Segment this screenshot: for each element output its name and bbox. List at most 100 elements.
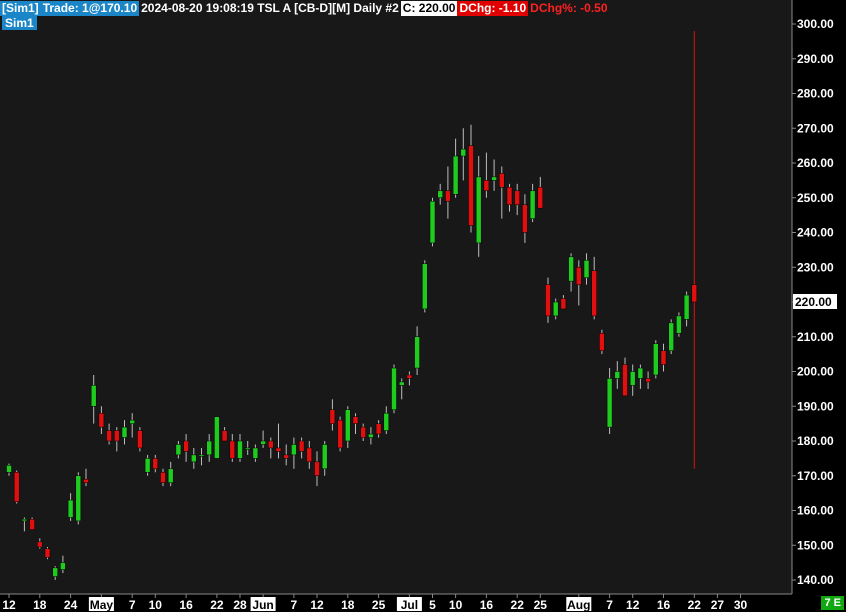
price-tick-label: 150.00	[797, 538, 834, 552]
candlestick-chart[interactable]: 140.00 150.00 160.00 170.00 180.00 190.00 200.…	[0, 0, 846, 612]
close-price-tag: C: 220.00	[400, 0, 458, 16]
candle-down	[660, 350, 667, 365]
candle-up	[676, 315, 682, 334]
candle-down	[298, 440, 305, 452]
current-price-label: 220.00	[795, 295, 832, 309]
candle-down	[483, 180, 490, 192]
candle-up	[491, 176, 497, 181]
candle-up	[191, 454, 197, 463]
date-tick-label: 16	[179, 598, 193, 612]
candle-up	[198, 454, 205, 457]
price-tick-label: 280.00	[797, 87, 834, 101]
date-tick-label: 27	[711, 598, 725, 612]
candle-up	[345, 409, 351, 442]
month-label: Jun	[252, 598, 273, 612]
candle-up	[422, 263, 428, 310]
date-tick-label: 12	[626, 598, 640, 612]
candle-down	[645, 378, 651, 383]
candle-up	[175, 444, 182, 456]
candle-up	[67, 499, 74, 518]
price-tick-label: 140.00	[797, 573, 834, 587]
candle-down	[337, 419, 343, 449]
candle-down	[98, 412, 105, 428]
price-tick-label: 290.00	[797, 52, 834, 66]
date-tick-label: 12	[2, 598, 16, 612]
price-tick-label: 270.00	[797, 121, 834, 135]
candle-up	[653, 343, 659, 376]
candle-up	[460, 148, 467, 157]
price-chart[interactable]: 140.00 150.00 160.00 170.00 180.00 190.00 200.…	[0, 0, 846, 612]
candle-up	[475, 176, 482, 244]
candle-down	[468, 145, 474, 226]
chart-header: [Sim1] Trade: 1@170.10 2024-08-20 19:08:…	[0, 0, 610, 16]
candle-up	[437, 190, 443, 199]
daily-change-pct: DChg%: -0.50	[530, 0, 608, 15]
account-badge[interactable]: Sim1	[2, 16, 37, 30]
candle-up	[60, 562, 66, 570]
price-tick-label: 240.00	[797, 226, 834, 240]
candle-down	[283, 454, 289, 459]
candle-down	[114, 430, 120, 442]
timezone-badge[interactable]: 7 E	[821, 596, 844, 610]
candle-up	[6, 465, 12, 473]
candle-up	[75, 475, 82, 522]
candle-down	[329, 409, 336, 424]
date-tick-label: 7	[606, 598, 613, 612]
date-tick-label: 30	[734, 598, 748, 612]
candle-down	[29, 518, 35, 530]
candle-down	[499, 173, 505, 188]
candle-up	[529, 190, 536, 219]
candle-up	[252, 447, 259, 459]
candle-up	[414, 336, 420, 369]
price-tick-label: 180.00	[797, 434, 834, 448]
price-tick-label: 230.00	[797, 260, 834, 274]
candle-down	[275, 447, 282, 452]
candle-up	[244, 447, 251, 450]
candle-down	[537, 187, 544, 209]
candle-down	[152, 458, 159, 470]
price-tick-label: 160.00	[797, 504, 834, 518]
candle-down	[599, 333, 605, 351]
month-label: Aug	[567, 598, 590, 612]
candle-up	[206, 440, 212, 456]
daily-change-tag: DChg: -1.10	[457, 0, 529, 16]
price-tick-label: 260.00	[797, 156, 834, 170]
candle-up	[321, 444, 328, 470]
candle-down	[44, 548, 51, 558]
date-tick-label: 10	[149, 598, 163, 612]
candle-down	[506, 187, 513, 205]
candle-down	[183, 440, 189, 452]
date-tick-label: 28	[233, 598, 247, 612]
month-label: May	[90, 598, 114, 612]
candle-down	[406, 374, 413, 379]
candle-up	[214, 416, 220, 459]
date-tick-label: 25	[372, 598, 386, 612]
candle-down	[106, 430, 112, 442]
candle-down	[576, 267, 582, 285]
symbol-info: 2024-08-20 19:08:19 TSL A [CB-D][M] Dail…	[141, 0, 399, 15]
date-tick-label: 22	[511, 598, 525, 612]
price-tick-label: 200.00	[797, 365, 834, 379]
date-tick-label: 18	[341, 598, 355, 612]
date-tick-label: 5	[429, 598, 436, 612]
candle-up	[429, 200, 436, 244]
candle-down	[360, 426, 366, 438]
candle-down	[514, 190, 520, 205]
date-tick-label: 16	[480, 598, 494, 612]
month-label: Jul	[401, 598, 418, 612]
date-tick-label: 18	[33, 598, 47, 612]
date-tick-label: 7	[129, 598, 136, 612]
candle-up	[90, 385, 97, 407]
price-tick-label: 190.00	[797, 399, 834, 413]
candle-down	[352, 416, 359, 424]
candle-up	[614, 371, 621, 379]
candle-down	[522, 204, 528, 233]
candle-down	[560, 298, 567, 310]
date-tick-label: 22	[688, 598, 702, 612]
candle-down	[137, 430, 143, 449]
date-tick-label: 10	[449, 598, 463, 612]
candle-up	[583, 260, 590, 278]
candle-down	[314, 461, 320, 477]
candle-up	[668, 322, 674, 351]
candle-up	[167, 468, 174, 483]
